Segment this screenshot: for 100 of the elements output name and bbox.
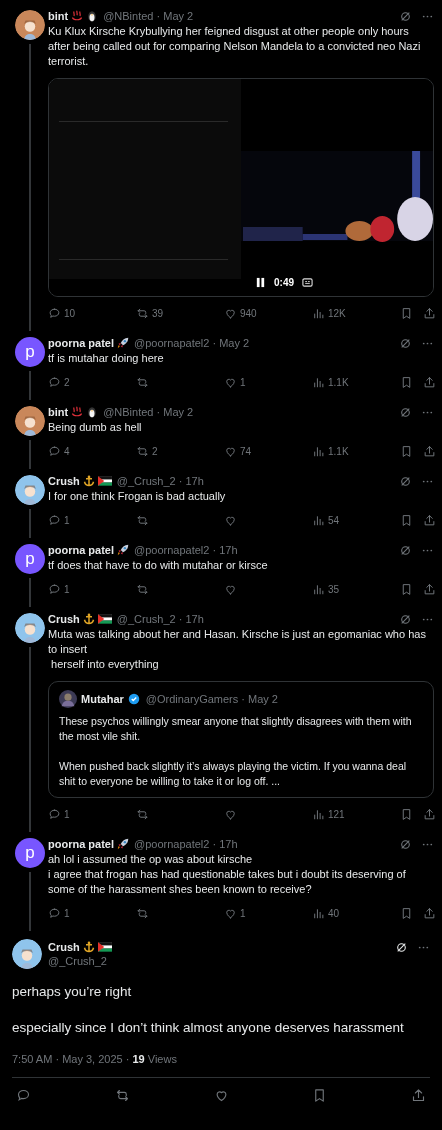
bookmark-icon[interactable] (400, 444, 413, 458)
repost-icon (136, 906, 149, 920)
handle-and-time[interactable]: @NBinted · May 2 (103, 406, 194, 418)
post-timestamp[interactable]: 7:50 AM · May 3, 2025 · 19 Views (12, 1053, 430, 1065)
bookmark-icon[interactable] (400, 906, 413, 920)
share-icon[interactable] (423, 306, 436, 320)
bookmark-icon[interactable] (400, 582, 413, 596)
repost-icon (136, 306, 149, 320)
penguin-icon (86, 10, 99, 22)
hot-springs-icon (71, 406, 84, 418)
views-button[interactable]: 1.1K (312, 375, 400, 389)
reply-icon (48, 444, 61, 458)
flag-icon (97, 614, 112, 624)
avatar[interactable]: p (15, 337, 45, 367)
reply-button[interactable]: 1 (48, 513, 136, 527)
penguin-icon (86, 406, 99, 418)
reply-button[interactable]: 4 (48, 444, 136, 458)
share-icon[interactable] (423, 444, 436, 458)
bookmark-icon[interactable] (400, 306, 413, 320)
user-name[interactable]: poorna patel (48, 838, 114, 850)
views-button[interactable]: 35 (312, 582, 400, 596)
repost-icon (136, 375, 149, 389)
views-icon (312, 444, 325, 458)
anchor-icon (82, 941, 95, 953)
flag-icon (97, 942, 112, 952)
bookmark-icon[interactable] (400, 807, 413, 821)
repost-icon[interactable] (114, 1088, 130, 1103)
handle-and-time[interactable]: @_Crush_2 · 17h (116, 613, 204, 625)
views-button[interactable]: 40 (312, 906, 400, 920)
share-icon[interactable] (423, 513, 436, 527)
reply-icon (48, 375, 61, 389)
reply-text: Being dumb as hell (48, 420, 143, 435)
views-icon (312, 906, 325, 920)
views-icon (312, 306, 325, 320)
handle-and-time[interactable]: @poornapatel2 · 17h (134, 838, 238, 850)
avatar[interactable]: p (15, 838, 45, 868)
reply-button[interactable]: 1 (48, 807, 136, 821)
user-name[interactable]: bint (48, 406, 69, 418)
repost-icon (136, 444, 149, 458)
reply-icon (48, 306, 61, 320)
reply-icon (48, 582, 61, 596)
like-button[interactable]: 1 (224, 375, 312, 389)
share-icon[interactable] (423, 906, 436, 920)
quoted-text: These psychos willingly smear anyone that slightly disagrees with them with the most vile shit. When pushed back slightly it’s always playing the victim. If you wanna deal shit to everyone be willing to take it or log off. ... (59, 714, 413, 789)
reply-icon[interactable] (16, 1088, 31, 1103)
views-button[interactable]: 1.1K (312, 444, 400, 458)
views-button[interactable]: 121 (312, 807, 400, 821)
reply-text: tf is mutahar doing here (48, 351, 165, 366)
share-icon[interactable] (423, 807, 436, 821)
repost-button[interactable]: 39 (136, 306, 224, 320)
share-icon[interactable] (411, 1088, 426, 1103)
user-name[interactable]: Crush (48, 475, 80, 487)
repost-button[interactable]: 2 (136, 444, 224, 458)
bookmark-icon[interactable] (400, 375, 413, 389)
like-button[interactable]: 74 (224, 444, 312, 458)
bookmark-icon[interactable] (400, 513, 413, 527)
video-time: 0:49 (274, 277, 294, 288)
user-name[interactable]: poorna patel (48, 544, 114, 556)
handle-and-time[interactable]: @_Crush_2 · 17h (116, 475, 204, 487)
rocket-icon (117, 838, 129, 850)
post-text: perhaps you’re right especially since I don’t think almost anyone deserves harassment (12, 983, 405, 1037)
quoted-author-name: Mutahar (81, 693, 124, 705)
views-button[interactable]: 12K (312, 306, 400, 320)
views-button[interactable]: 54 (312, 513, 400, 527)
user-name[interactable]: poorna patel (48, 337, 114, 349)
reply-icon (48, 906, 61, 920)
reply-button[interactable]: 1 (48, 906, 136, 920)
flag-icon (97, 476, 112, 486)
user-name[interactable]: Crush (48, 941, 80, 953)
quoted-post[interactable] (48, 681, 434, 798)
user-name[interactable]: bint (48, 10, 69, 22)
repost-icon (136, 582, 149, 596)
reply-button[interactable]: 10 (48, 306, 136, 320)
reply-text: ah lol i assumed the op was about kirsche i agree that frogan has had questionable takes but i doubt its deserving of some of the harassment shes been known to receive? (48, 852, 407, 897)
anchor-icon (82, 613, 95, 625)
share-icon[interactable] (423, 375, 436, 389)
reply-button[interactable]: 1 (48, 582, 136, 596)
hot-springs-icon (71, 10, 84, 22)
like-button[interactable]: 940 (224, 306, 312, 320)
handle-and-time[interactable]: @poornapatel2 · 17h (134, 544, 238, 556)
user-name[interactable]: Crush (48, 613, 80, 625)
handle-and-time[interactable]: @poornapatel2 · May 2 (134, 337, 250, 349)
reply-text: Ku Klux Kirsche Krybullying her feigned disgust at other people only hours after being called out for comparing Nelson Mandela to a convicted neo Nazi terrorist. (48, 24, 422, 69)
user-handle[interactable]: @_Crush_2 (48, 955, 430, 967)
rocket-icon (117, 544, 129, 556)
views-icon (312, 513, 325, 527)
views-icon (312, 582, 325, 596)
reply-icon (48, 513, 61, 527)
anchor-icon (82, 475, 95, 487)
pause-icon[interactable] (255, 277, 266, 288)
avatar[interactable]: p (15, 544, 45, 574)
reply-text: Muta was talking about her and Hasan. Kirsche is just an egomaniac who has to insert herself into everything (48, 627, 427, 672)
reply-button[interactable]: 2 (48, 375, 136, 389)
handle-and-time: @OrdinaryGamers · May 2 (145, 693, 278, 705)
captions-icon[interactable] (302, 277, 313, 288)
handle-and-time[interactable]: @NBinted · May 2 (103, 10, 194, 22)
repost-icon (136, 807, 149, 821)
grok-icon[interactable] (395, 940, 408, 954)
like-button[interactable]: 1 (224, 906, 312, 920)
share-icon[interactable] (423, 582, 436, 596)
